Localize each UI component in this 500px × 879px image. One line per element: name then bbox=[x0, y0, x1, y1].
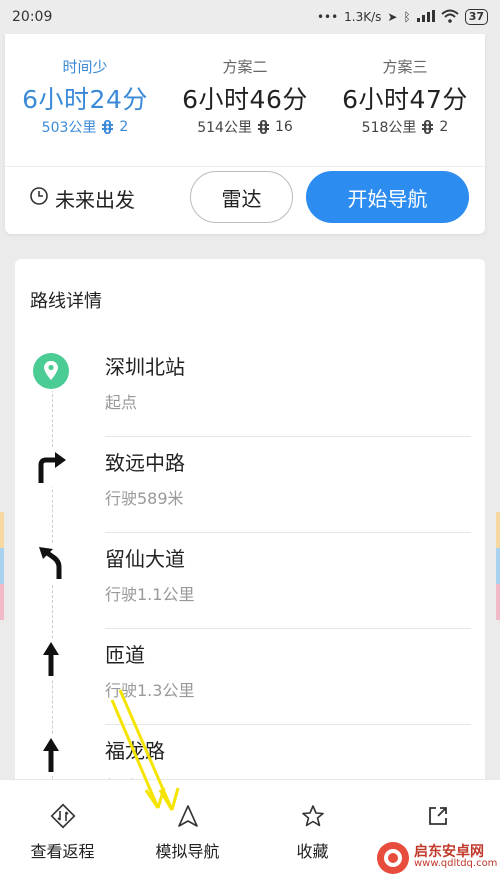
straight-icon bbox=[31, 735, 71, 775]
watermark-name: 启东安卓网 bbox=[414, 843, 484, 860]
plan-meta: 503公里 2 bbox=[5, 117, 165, 137]
step-road-name: 福龙路 bbox=[105, 739, 165, 763]
plan-duration: 6小时24分 bbox=[22, 85, 148, 114]
network-speed: 1.3K/s bbox=[344, 10, 382, 24]
clock-icon bbox=[29, 186, 49, 211]
bottom-tab-star[interactable]: 收藏 bbox=[250, 780, 375, 879]
turn-left-icon bbox=[31, 543, 71, 583]
bluetooth-icon: ᛒ bbox=[403, 10, 411, 24]
watermark-url: www.qdltdq.com bbox=[414, 857, 498, 869]
step-distance: 起点 bbox=[105, 393, 138, 412]
bottom-tab-label: 模拟导航 bbox=[155, 842, 220, 861]
wifi-icon bbox=[441, 9, 459, 26]
plan-traffic-lights: 2 bbox=[439, 119, 449, 135]
location-arrow-icon: ➤ bbox=[387, 10, 398, 24]
plan-distance: 514公里 bbox=[197, 120, 252, 136]
straight-icon bbox=[31, 639, 71, 679]
plan-distance: 503公里 bbox=[41, 120, 97, 136]
traffic-light-icon bbox=[257, 120, 269, 134]
plan-label: 时间少 bbox=[62, 58, 108, 76]
bottom-tab-label: 收藏 bbox=[296, 842, 329, 861]
step-distance: 行驶1.1公里 bbox=[105, 585, 195, 604]
plan-traffic-lights: 2 bbox=[119, 119, 129, 135]
star-icon bbox=[250, 802, 375, 830]
radar-button[interactable]: 雷达 bbox=[190, 171, 293, 223]
route-actions: 未来出发 雷达 开始导航 bbox=[5, 171, 485, 226]
plan-duration: 6小时46分 bbox=[182, 85, 308, 114]
right-edge-marks bbox=[496, 512, 500, 622]
bottom-tab-label: 查看返程 bbox=[30, 842, 95, 861]
route-plan-3[interactable]: 方案三 6小时47分 518公里 2 bbox=[325, 34, 485, 152]
bottom-tab-navigation-arrow[interactable]: 模拟导航 bbox=[125, 780, 250, 879]
share-icon bbox=[375, 802, 500, 830]
step-road-name: 留仙大道 bbox=[105, 547, 185, 571]
plan-label: 方案二 bbox=[222, 58, 268, 76]
navigation-arrow-icon bbox=[125, 802, 250, 830]
return-route-icon bbox=[0, 802, 125, 830]
route-detail-card: 路线详情 深圳北站起点致远中路行驶589米留仙大道行驶1.1公里匝道行驶1.3公… bbox=[15, 259, 485, 819]
watermark: 启东安卓网 www.qdltdq.com bbox=[376, 836, 500, 879]
plan-label: 方案三 bbox=[382, 58, 428, 76]
step-distance: 行驶1.3公里 bbox=[105, 681, 195, 700]
route-step-2[interactable]: 致远中路行驶589米 bbox=[15, 437, 485, 533]
divider bbox=[5, 166, 485, 167]
plan-duration: 6小时47分 bbox=[342, 85, 468, 114]
step-road-name: 深圳北站 bbox=[105, 355, 185, 379]
watermark-logo-icon bbox=[377, 841, 409, 874]
future-depart-label: 未来出发 bbox=[55, 187, 135, 212]
route-step-3[interactable]: 留仙大道行驶1.1公里 bbox=[15, 533, 485, 629]
route-plans: 时间少 6小时24分 503公里 2 方案二 6小时46分 514公里 16 方案三 6小时47分… bbox=[5, 34, 485, 152]
route-step-1[interactable]: 深圳北站 起点 bbox=[15, 341, 485, 437]
traffic-light-icon bbox=[102, 120, 114, 134]
route-detail-title: 路线详情 bbox=[30, 291, 102, 312]
step-road-name: 匝道 bbox=[105, 643, 145, 667]
route-plan-card: 时间少 6小时24分 503公里 2 方案二 6小时46分 514公里 16 方案三 6小时47分… bbox=[5, 34, 485, 234]
step-road-name: 致远中路 bbox=[105, 451, 185, 475]
status-time: 20:09 bbox=[12, 9, 53, 25]
turn-right-icon bbox=[31, 447, 71, 487]
battery-icon: 37 bbox=[464, 9, 488, 25]
bottom-tab-return-route[interactable]: 查看返程 bbox=[0, 780, 125, 879]
traffic-light-icon bbox=[422, 120, 434, 134]
left-edge-marks bbox=[0, 512, 4, 622]
status-bar: 20:09 ••• 1.3K/s ➤ ᛒ 37 bbox=[0, 0, 500, 34]
step-distance: 行驶589米 bbox=[105, 489, 184, 508]
plan-meta: 518公里 2 bbox=[325, 117, 485, 137]
status-indicators: ••• 1.3K/s ➤ ᛒ 37 bbox=[317, 9, 488, 26]
location-pin-icon bbox=[31, 351, 71, 391]
future-depart-button[interactable]: 未来出发 bbox=[29, 181, 135, 215]
plan-meta: 514公里 16 bbox=[165, 117, 325, 137]
plan-traffic-lights: 16 bbox=[274, 119, 293, 135]
route-step-4[interactable]: 匝道行驶1.3公里 bbox=[15, 629, 485, 725]
plan-distance: 518公里 bbox=[361, 120, 417, 136]
signal-icon bbox=[416, 9, 435, 25]
route-plan-1[interactable]: 时间少 6小时24分 503公里 2 bbox=[5, 34, 165, 152]
start-navigation-button[interactable]: 开始导航 bbox=[306, 171, 469, 223]
more-dots-icon: ••• bbox=[316, 10, 339, 24]
route-plan-2[interactable]: 方案二 6小时46分 514公里 16 bbox=[165, 34, 325, 152]
